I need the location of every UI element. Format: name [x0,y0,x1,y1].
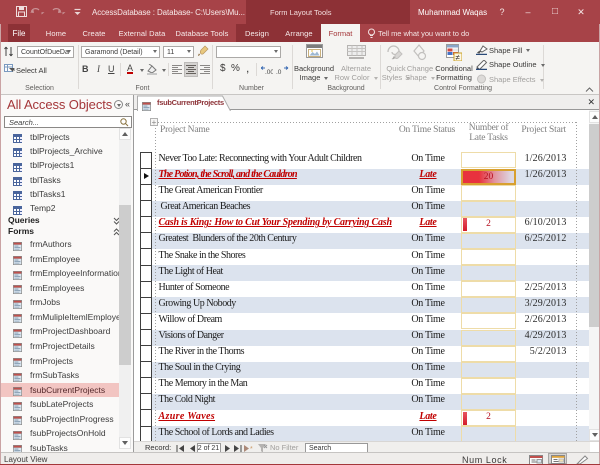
svg-text:≠: ≠ [456,53,461,61]
svg-text:.0: .0 [276,69,282,75]
svg-text:.00: .00 [265,69,273,75]
